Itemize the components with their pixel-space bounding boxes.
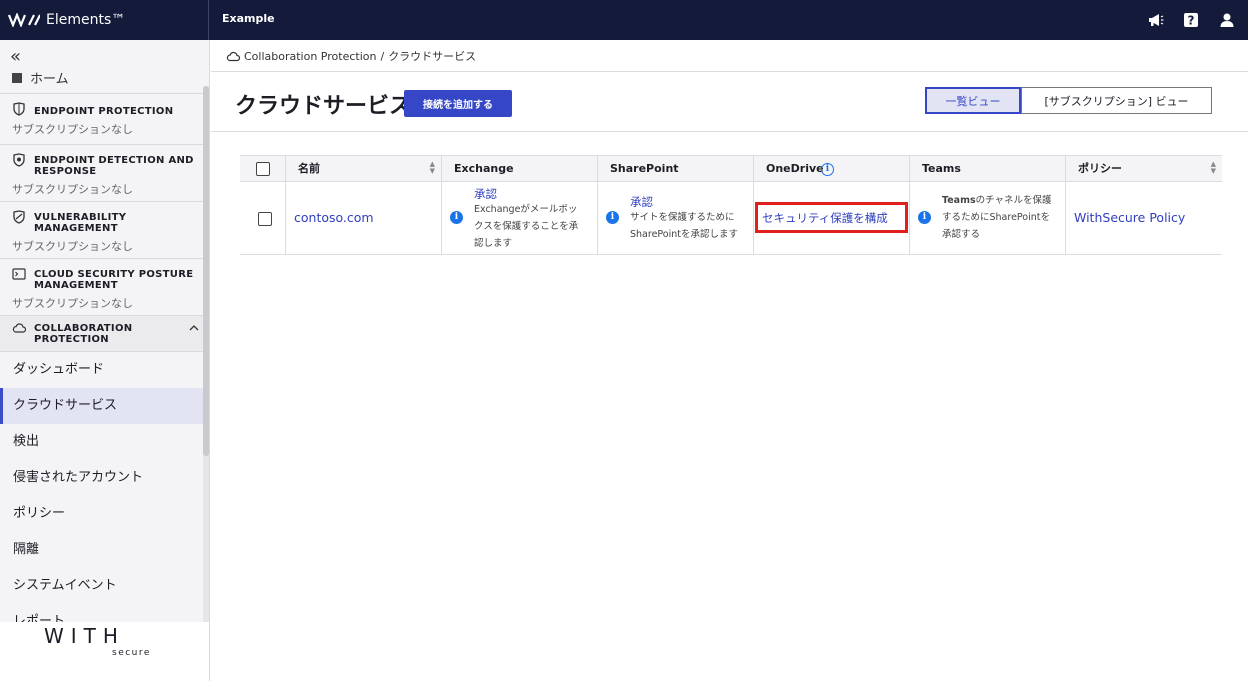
home-icon bbox=[12, 73, 22, 83]
product-vulnerability-management[interactable]: VULNERABILITY MANAGEMENT サブスクリプションなし bbox=[0, 202, 203, 259]
page-title: クラウドサービス bbox=[235, 94, 412, 119]
shield-icon bbox=[13, 102, 25, 116]
collapse-sidebar-icon[interactable]: « bbox=[10, 46, 21, 67]
configure-security-link[interactable]: セキュリティ保護を構成 bbox=[762, 210, 888, 226]
sidebar-item-home-partial[interactable]: ホーム bbox=[12, 68, 69, 87]
cloud-icon bbox=[12, 323, 26, 333]
sidebar-item-detections[interactable]: 検出 bbox=[0, 424, 203, 460]
column-header-name[interactable]: 名前 ▲ ▼ bbox=[285, 156, 441, 182]
product-title: ENDPOINT PROTECTION bbox=[34, 106, 174, 117]
product-status: サブスクリプションなし bbox=[12, 297, 133, 310]
sharepoint-description-line2: SharePointを承認します bbox=[630, 229, 739, 240]
column-header-sharepoint: SharePoint bbox=[597, 156, 753, 182]
cell-sharepoint: i 承認 サイトを保護するために SharePointを承認します bbox=[597, 182, 753, 254]
svg-text:?: ? bbox=[1188, 14, 1195, 28]
column-header-teams: Teams bbox=[909, 156, 1065, 182]
exchange-description-line2: クスを保護することを承 bbox=[474, 221, 579, 232]
sharepoint-approve-link[interactable]: 承認 bbox=[630, 194, 653, 210]
product-status: サブスクリプションなし bbox=[12, 123, 133, 136]
announcement-icon[interactable] bbox=[1146, 10, 1166, 30]
cell-teams: i Teamsのチャネルを保護 するためにSharePointを 承認する bbox=[909, 182, 1065, 254]
info-icon[interactable]: i bbox=[918, 211, 931, 224]
withsecure-wordmark-sub: secure bbox=[112, 648, 151, 658]
teams-description-line2: するためにSharePointを bbox=[942, 212, 1051, 223]
table-header: 名前 ▲ ▼ Exchange SharePoint OneDrive i Tea… bbox=[240, 155, 1222, 182]
exchange-approve-link[interactable]: 承認 bbox=[474, 186, 497, 202]
sidebar: « ホーム ENDPOINT PROTECTION サブスクリプションなし EN… bbox=[0, 40, 210, 681]
info-icon[interactable]: i bbox=[450, 211, 463, 224]
topbar-divider bbox=[208, 0, 209, 40]
cell-name: contoso.com bbox=[285, 182, 441, 254]
row-checkbox[interactable] bbox=[258, 212, 272, 226]
cell-policy: WithSecure Policy bbox=[1065, 182, 1222, 254]
sort-icon[interactable]: ▲ ▼ bbox=[1211, 161, 1216, 175]
breadcrumb-separator: / bbox=[380, 49, 385, 63]
exchange-description-line1: Exchangeがメールボッ bbox=[474, 204, 578, 215]
sidebar-item-cloud-services[interactable]: クラウドサービス bbox=[0, 388, 203, 424]
sidebar-item-quarantine[interactable]: 隔離 bbox=[0, 532, 203, 568]
cell-onedrive: セキュリティ保護を構成 bbox=[753, 182, 909, 254]
sidebar-scrollbar-thumb[interactable] bbox=[203, 86, 209, 456]
product-title: ENDPOINT DETECTION AND RESPONSE bbox=[34, 155, 194, 177]
header-divider bbox=[211, 131, 1248, 132]
sidebar-item-dashboard[interactable]: ダッシュボード bbox=[0, 352, 203, 388]
product-title: CLOUD SECURITY POSTURE MANAGEMENT bbox=[34, 269, 194, 291]
withsecure-logo-icon bbox=[8, 13, 40, 27]
sidebar-item-policies[interactable]: ポリシー bbox=[0, 496, 203, 532]
product-status: サブスクリプションなし bbox=[12, 183, 133, 196]
product-status: サブスクリプションなし bbox=[12, 240, 133, 253]
brand-logo[interactable]: Elements™ bbox=[8, 9, 125, 31]
sidebar-item-compromised-accounts[interactable]: 侵害されたアカウント bbox=[0, 460, 203, 496]
column-header-onedrive: OneDrive i bbox=[753, 156, 909, 182]
add-connection-button[interactable]: 接続を追加する bbox=[404, 90, 512, 117]
header-select-all-cell bbox=[240, 156, 285, 182]
info-icon[interactable]: i bbox=[606, 211, 619, 224]
user-account-icon[interactable] bbox=[1217, 10, 1237, 30]
withsecure-wordmark: WITH bbox=[44, 624, 125, 648]
tenant-name-link[interactable]: contoso.com bbox=[294, 210, 374, 225]
product-collaboration-protection[interactable]: COLLABORATION PROTECTION bbox=[0, 316, 203, 352]
product-endpoint-detection[interactable]: ENDPOINT DETECTION AND RESPONSE サブスクリプショ… bbox=[0, 145, 203, 202]
exchange-description-line3: 認します bbox=[474, 238, 513, 249]
list-view-button[interactable]: 一覧ビュー bbox=[925, 87, 1021, 114]
row-select-cell bbox=[240, 182, 285, 254]
cell-exchange: i 承認 Exchangeがメールボッ クスを保護することを承 認します bbox=[441, 182, 597, 254]
table-row: contoso.com i 承認 Exchangeがメールボッ クスを保護するこ… bbox=[240, 182, 1222, 255]
product-cloud-security-posture[interactable]: CLOUD SECURITY POSTURE MANAGEMENT サブスクリプ… bbox=[0, 259, 203, 316]
top-bar: Elements™ Example ? bbox=[0, 0, 1248, 40]
sidebar-item-system-events[interactable]: システムイベント bbox=[0, 568, 203, 604]
breadcrumb: Collaboration Protection / クラウドサービス bbox=[226, 48, 476, 64]
vulnerability-icon bbox=[13, 210, 25, 224]
teams-description-line1: Teamsのチャネルを保護 bbox=[942, 195, 1052, 206]
product-endpoint-protection[interactable]: ENDPOINT PROTECTION サブスクリプションなし bbox=[0, 93, 203, 145]
view-toggle: 一覧ビュー [サブスクリプション] ビュー bbox=[925, 87, 1212, 114]
sharepoint-description-line1: サイトを保護するために bbox=[630, 212, 735, 223]
terminal-icon bbox=[12, 268, 26, 280]
breadcrumb-divider bbox=[211, 71, 1248, 72]
organization-name[interactable]: Example bbox=[222, 12, 275, 25]
product-title: VULNERABILITY MANAGEMENT bbox=[34, 212, 127, 234]
detection-icon bbox=[13, 153, 25, 167]
brand-name: Elements™ bbox=[46, 12, 126, 28]
breadcrumb-current: クラウドサービス bbox=[388, 50, 477, 63]
policy-link[interactable]: WithSecure Policy bbox=[1074, 210, 1185, 225]
teams-label: Teams bbox=[942, 195, 976, 206]
select-all-checkbox[interactable] bbox=[256, 162, 270, 176]
column-header-policy[interactable]: ポリシー ▲ ▼ bbox=[1065, 156, 1222, 182]
breadcrumb-parent[interactable]: Collaboration Protection bbox=[244, 50, 376, 63]
teams-description-line3: 承認する bbox=[942, 229, 981, 240]
info-icon[interactable]: i bbox=[821, 163, 834, 176]
column-header-exchange: Exchange bbox=[441, 156, 597, 182]
subscription-view-button[interactable]: [サブスクリプション] ビュー bbox=[1021, 87, 1212, 114]
help-icon[interactable]: ? bbox=[1181, 10, 1201, 30]
product-title: COLLABORATION PROTECTION bbox=[34, 323, 133, 345]
sidebar-footer: WITH secure bbox=[0, 622, 209, 681]
cloud-icon bbox=[226, 51, 240, 62]
chevron-up-icon[interactable] bbox=[189, 324, 199, 332]
sort-icon[interactable]: ▲ ▼ bbox=[430, 161, 435, 175]
